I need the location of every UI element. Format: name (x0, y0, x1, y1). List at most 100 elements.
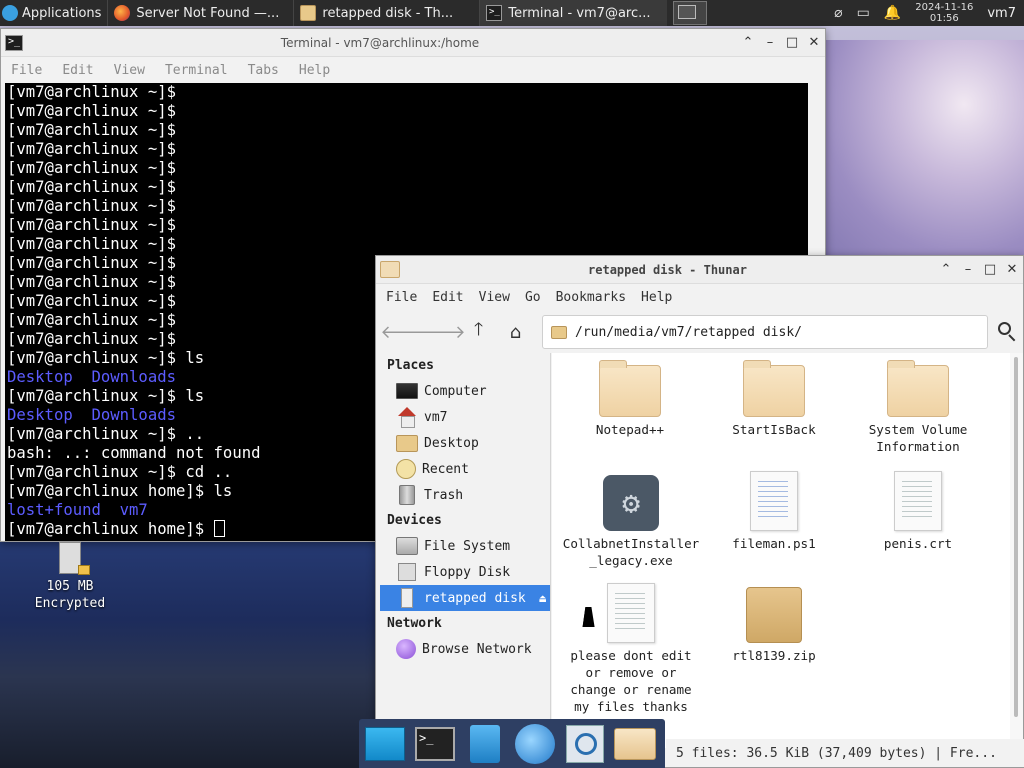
close-button[interactable]: ✕ (1001, 262, 1023, 277)
script-file-icon (750, 471, 798, 531)
menu-edit[interactable]: Edit (62, 63, 93, 78)
dock-web-browser[interactable] (513, 723, 557, 765)
file-item[interactable]: fileman.ps1 (704, 471, 844, 552)
file-item[interactable]: Notepad++ (560, 360, 700, 438)
sidebar-item-browse-network[interactable]: Browse Network (376, 636, 550, 662)
workspace-switcher[interactable] (673, 1, 708, 25)
network-off-icon[interactable]: ⌀ (834, 5, 842, 21)
eject-icon[interactable]: ⏏ (539, 592, 546, 605)
thunar-menubar: File Edit View Go Bookmarks Help (376, 284, 1023, 310)
sidebar-item-computer[interactable]: Computer (376, 378, 550, 404)
terminal-title: Terminal - vm7@archlinux:/home (280, 35, 480, 50)
text-cursor (213, 520, 225, 537)
dock-show-desktop[interactable] (363, 723, 407, 765)
terminal-icon: >_ (5, 34, 23, 51)
thunar-titlebar[interactable]: retapped disk - Thunar ⌃ – □ ✕ (376, 256, 1023, 284)
status-bar: 5 files: 36.5 KiB (37,409 bytes) | Fre..… (666, 739, 1024, 767)
menu-help[interactable]: Help (299, 63, 330, 78)
dock-app-finder[interactable] (563, 723, 607, 765)
battery-icon[interactable]: ▭ (857, 5, 870, 21)
dock-file-manager[interactable] (463, 723, 507, 765)
thunar-toolbar: 🡐 🡒 🡑 ⌂ /run/media/vm7/retapped disk/ (376, 310, 1023, 354)
terminal-line: [vm7@archlinux ~]$ (7, 121, 176, 139)
sidebar-item-recent[interactable]: Recent (376, 456, 550, 482)
dock-terminal[interactable]: >_ (413, 723, 457, 765)
file-item[interactable]: rtl8139.zip (704, 587, 844, 664)
menu-tabs[interactable]: Tabs (248, 63, 279, 78)
home-icon[interactable]: ⌂ (497, 317, 534, 347)
firefox-icon (114, 5, 131, 21)
notification-bell-icon[interactable]: 🔔 (884, 5, 901, 21)
terminal-titlebar[interactable]: >_ Terminal - vm7@archlinux:/home ⌃ – □ … (1, 29, 825, 57)
usb-drive-icon (401, 588, 413, 608)
taskbar-terminal[interactable]: >_ Terminal - vm7@arc... (479, 0, 668, 26)
globe-icon (515, 723, 555, 764)
file-item[interactable]: System Volume Information (848, 360, 988, 455)
file-view-scrollbar[interactable] (1010, 353, 1023, 748)
archive-icon (746, 587, 802, 643)
applications-menu[interactable]: Applications (0, 0, 107, 26)
file-view[interactable]: Notepad++ StartIsBack System Volume Info… (552, 353, 1010, 748)
menu-file[interactable]: File (11, 63, 42, 78)
taskbar-firefox-label: Server Not Found —... (136, 5, 280, 21)
search-icon[interactable] (996, 320, 1020, 344)
menu-go[interactable]: Go (525, 290, 541, 305)
file-name: penis.crt (883, 536, 953, 551)
sidebar-item-desktop[interactable]: Desktop (376, 430, 550, 456)
sidebar-item-trash[interactable]: Trash (376, 482, 550, 508)
folder-icon (614, 727, 656, 760)
menu-view[interactable]: View (479, 290, 510, 305)
maximize-button[interactable]: □ (979, 262, 1001, 277)
clock-time: 01:56 (929, 13, 959, 24)
sidebar-item-label: Desktop (424, 435, 479, 451)
file-item[interactable]: StartIsBack (704, 360, 844, 438)
floppy-icon (398, 563, 416, 581)
sidebar-item-retapped-disk[interactable]: retapped disk ⏏ (380, 585, 550, 611)
sidebar-item-label: Recent (422, 461, 469, 477)
clock[interactable]: 2024-11-16 01:56 (915, 2, 973, 24)
file-item[interactable]: ⚙ CollabnetInstaller_legacy.exe (560, 475, 702, 569)
xfce-logo-icon (2, 5, 18, 21)
location-bar[interactable]: /run/media/vm7/retapped disk/ (542, 315, 988, 349)
sidebar-item-home[interactable]: vm7 (376, 404, 550, 430)
close-button[interactable]: ✕ (803, 35, 825, 50)
menu-help[interactable]: Help (641, 290, 672, 305)
desktop-icon-encrypted-volume[interactable]: 105 MB Encrypted (28, 542, 112, 612)
lock-icon (78, 565, 90, 575)
gear-icon: ⚙ (603, 475, 659, 531)
window-shade-button[interactable]: ⌃ (935, 262, 957, 277)
terminal-icon: >_ (415, 726, 455, 761)
file-item[interactable]: penis.crt (848, 471, 988, 552)
trash-icon (399, 485, 415, 505)
folder-icon (380, 261, 400, 278)
terminal-line: [vm7@archlinux ~]$ (7, 197, 176, 215)
up-arrow-icon[interactable]: 🡑 (460, 317, 497, 347)
sidebar-item-file-system[interactable]: File System (376, 533, 550, 559)
terminal-line: [vm7@archlinux ~]$ (7, 140, 176, 158)
forward-arrow-icon[interactable]: 🡒 (417, 317, 465, 347)
user-menu[interactable]: vm7 (987, 6, 1016, 21)
menu-view[interactable]: View (114, 63, 145, 78)
minimize-button[interactable]: – (957, 262, 979, 277)
sidebar-item-label: retapped disk (424, 590, 526, 606)
file-name: System Volume Information (868, 422, 968, 454)
menu-terminal[interactable]: Terminal (165, 63, 228, 78)
minimize-button[interactable]: – (759, 35, 781, 50)
taskbar-thunar[interactable]: retapped disk - Th... (293, 0, 479, 26)
terminal-line: [vm7@archlinux ~]$ (7, 159, 176, 177)
menu-file[interactable]: File (386, 290, 417, 305)
dock-folder[interactable] (613, 723, 657, 765)
window-shade-button[interactable]: ⌃ (737, 35, 759, 50)
sidebar-item-label: Computer (424, 383, 487, 399)
maximize-button[interactable]: □ (781, 35, 803, 50)
thunar-title: retapped disk - Thunar (588, 262, 747, 277)
menu-bookmarks[interactable]: Bookmarks (556, 290, 626, 305)
home-icon (396, 407, 418, 428)
sidebar-item-floppy[interactable]: Floppy Disk (376, 559, 550, 585)
applications-label: Applications (22, 5, 102, 21)
file-item[interactable]: please dont edit or remove or change or … (560, 583, 702, 732)
taskbar-firefox[interactable]: Server Not Found —... (107, 0, 293, 26)
certificate-file-icon (894, 471, 942, 531)
computer-icon (396, 383, 418, 399)
menu-edit[interactable]: Edit (432, 290, 463, 305)
